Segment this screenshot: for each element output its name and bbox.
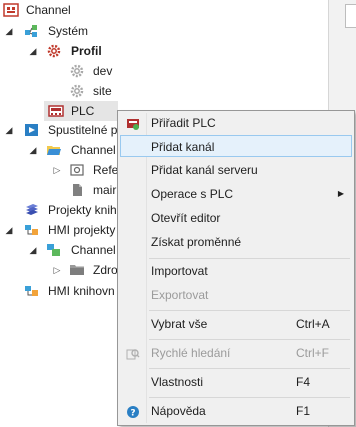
quick-search-icon xyxy=(126,346,140,360)
menu-item-shortcut: Ctrl+F xyxy=(296,346,329,360)
collapse-arrow-icon[interactable]: ◢ xyxy=(4,21,14,41)
expand-arrow-icon[interactable]: ▷ xyxy=(52,260,62,280)
tree-item-label: Systém xyxy=(48,24,89,38)
file-icon xyxy=(69,183,85,197)
channel-root-icon xyxy=(3,3,19,17)
menu-separator xyxy=(149,368,350,369)
svg-text:?: ? xyxy=(130,409,135,419)
tree-item-channel-root[interactable]: Channel xyxy=(0,0,328,20)
collapse-arrow-icon[interactable]: ◢ xyxy=(28,240,38,260)
tree-item-label: Projekty knih xyxy=(48,203,117,217)
plc-icon xyxy=(48,104,64,118)
menu-separator xyxy=(149,339,350,340)
expand-arrow-icon[interactable]: ▷ xyxy=(52,160,62,180)
tree-item-dev[interactable]: dev xyxy=(0,61,328,81)
menu-item-plc-operations[interactable]: Operace s PLC ▶ xyxy=(120,183,352,205)
menu-item-label: Otevřít editor xyxy=(151,211,221,225)
tree-item-label: Channel xyxy=(71,243,116,257)
right-pane-field[interactable] xyxy=(345,4,356,28)
menu-separator xyxy=(149,397,350,398)
collapse-arrow-icon[interactable]: ◢ xyxy=(4,220,14,240)
folder-icon xyxy=(69,263,85,277)
tree-item-label: Channel xyxy=(71,143,116,157)
executable-project-icon xyxy=(24,123,40,137)
menu-item-label: Získat proměnné xyxy=(151,235,242,249)
menu-item-import[interactable]: Importovat xyxy=(120,260,352,282)
tree-item-plc[interactable]: PLC xyxy=(44,101,118,121)
tree-item-label: Profil xyxy=(71,44,102,58)
menu-separator xyxy=(149,310,350,311)
hmi-icon xyxy=(24,223,40,237)
menu-item-assign-plc[interactable]: Přiřadit PLC xyxy=(120,112,352,134)
tree-item-label: Spustitelné p xyxy=(48,123,118,137)
tree-item-site[interactable]: site xyxy=(0,81,328,101)
hmi-channel-icon xyxy=(46,243,62,257)
menu-item-add-server-channel[interactable]: Přidat kanál serveru xyxy=(120,159,352,181)
library-icon xyxy=(24,203,40,217)
tree-item-label: dev xyxy=(93,64,113,78)
tree-item-label: HMI knihovn xyxy=(48,284,115,298)
menu-item-label: Přidat kanál serveru xyxy=(151,163,258,177)
gear-icon xyxy=(46,44,62,58)
references-icon xyxy=(69,163,85,177)
context-menu: Přiřadit PLC Přidat kanál Přidat kanál s… xyxy=(117,110,355,426)
submenu-arrow-icon: ▶ xyxy=(337,189,344,198)
menu-item-label: Přiřadit PLC xyxy=(151,116,216,130)
menu-item-select-all[interactable]: Vybrat vše Ctrl+A xyxy=(120,313,352,335)
gear-icon xyxy=(69,84,85,98)
menu-item-shortcut: F1 xyxy=(296,404,311,418)
tree-item-label: Channel xyxy=(26,3,71,17)
collapse-arrow-icon[interactable]: ◢ xyxy=(28,41,38,61)
menu-item-label: Vlastnosti xyxy=(151,375,204,389)
menu-item-help[interactable]: ? Nápověda F1 xyxy=(120,400,352,422)
folder-open-icon xyxy=(46,143,62,157)
menu-item-export[interactable]: Exportovat xyxy=(120,284,352,306)
menu-item-label: Importovat xyxy=(151,264,208,278)
tree-item-label: Refe xyxy=(93,163,119,177)
menu-item-label: Nápověda xyxy=(151,404,206,418)
system-icon xyxy=(24,24,40,38)
menu-separator xyxy=(149,258,350,259)
menu-item-add-channel[interactable]: Přidat kanál xyxy=(120,135,352,157)
tree-item-label: HMI projekty xyxy=(48,223,116,237)
collapse-arrow-icon[interactable]: ◢ xyxy=(4,120,14,140)
menu-item-label: Přidat kanál xyxy=(151,140,215,154)
tree-item-label: PLC xyxy=(71,104,95,118)
help-icon: ? xyxy=(126,404,140,419)
menu-item-get-variables[interactable]: Získat proměnné xyxy=(120,231,352,253)
menu-item-label: Vybrat vše xyxy=(151,317,208,331)
menu-item-quick-search[interactable]: Rychlé hledání Ctrl+F xyxy=(120,342,352,364)
menu-item-shortcut: Ctrl+A xyxy=(296,317,330,331)
tree-item-label: mair xyxy=(93,183,117,197)
tree-item-label: Zdro xyxy=(93,263,118,277)
plc-assign-icon xyxy=(126,116,140,130)
hmi-library-icon xyxy=(24,284,40,298)
tree-item-profil[interactable]: ◢ Profil xyxy=(0,41,328,61)
menu-item-label: Exportovat xyxy=(151,288,209,302)
collapse-arrow-icon[interactable]: ◢ xyxy=(28,140,38,160)
tree-item-system[interactable]: ◢ Systém xyxy=(0,21,328,41)
menu-item-open-editor[interactable]: Otevřít editor xyxy=(120,207,352,229)
menu-item-label: Operace s PLC xyxy=(151,187,234,201)
menu-item-label: Rychlé hledání xyxy=(151,346,231,360)
menu-item-shortcut: F4 xyxy=(296,375,311,389)
menu-item-properties[interactable]: Vlastnosti F4 xyxy=(120,371,352,393)
tree-item-label: site xyxy=(93,84,112,98)
gear-icon xyxy=(69,64,85,78)
